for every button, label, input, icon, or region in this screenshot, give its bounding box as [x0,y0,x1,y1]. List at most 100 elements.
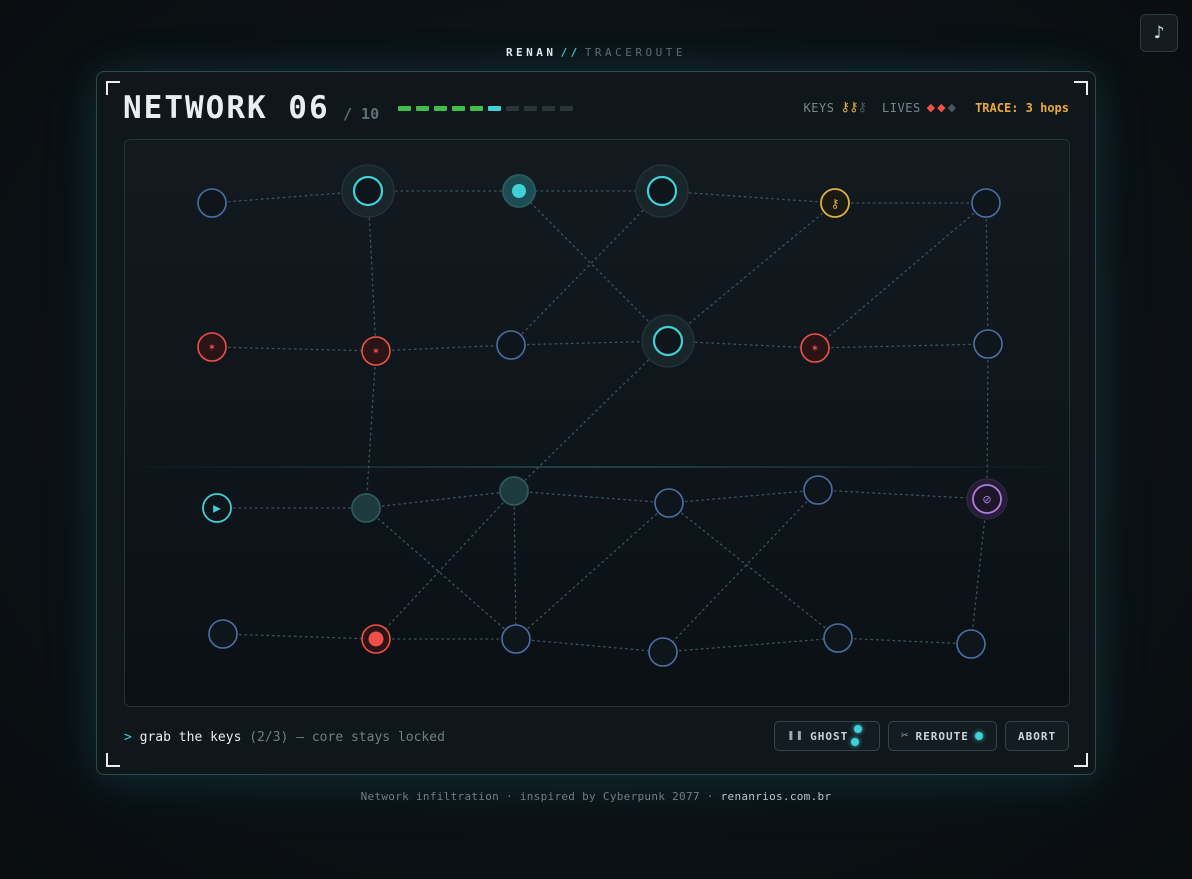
level-total: / 10 [343,105,380,123]
scan-line [125,466,1069,468]
brand-name: RENAN [505,46,557,59]
music-note-icon: ♪ [1153,23,1165,43]
life-icon: ◆ [926,101,938,114]
network-link [222,633,377,640]
network-link [513,490,670,504]
network-link [375,344,512,352]
firewall-node[interactable]: ✶ [800,333,830,363]
key-icon: ⚷ [857,100,867,115]
frame-corner [1074,81,1088,95]
reroute-charges [969,730,983,743]
keys-label: KEYS [803,100,835,115]
firewall-node[interactable]: ✶ [197,332,227,362]
level-segment [452,106,465,111]
life-icon: ◆ [947,101,959,114]
network-link [970,498,988,645]
network-node[interactable] [648,637,678,667]
brand-separator: // [560,46,581,59]
frame-corner [106,81,120,95]
player-node[interactable] [502,174,536,208]
network-link [515,638,664,653]
life-icon: ◆ [937,101,948,114]
abort-button[interactable]: ABORT [1005,721,1069,751]
network-link [667,202,836,342]
network-link [662,637,839,653]
network-link [814,343,989,349]
status-line: > grab the keys (2/3) — core stays locke… [124,730,445,745]
path-node[interactable] [351,493,381,523]
key-icon: ⚷ [840,100,849,115]
level-segment [470,106,483,111]
network-graph: ⚷ ✶ ✶ ✶ ▶ ⊘ [125,164,1069,667]
svg-text:✶: ✶ [811,344,819,355]
svg-text:▶: ▶ [213,504,221,515]
visited-node[interactable] [341,164,395,218]
network-board: ⚷ ✶ ✶ ✶ ▶ ⊘ [124,139,1070,707]
network-link [837,637,972,645]
level-segment [542,106,555,111]
frame-corner [106,753,120,767]
network-node[interactable] [208,619,238,649]
visited-node[interactable] [641,314,695,368]
reroute-button[interactable]: ✂ REROUTE [888,721,997,751]
footer-link[interactable]: renanrios.com.br [721,790,832,803]
network-node[interactable] [823,623,853,653]
charge-dot [974,731,983,740]
status-objective: grab the keys [139,730,242,745]
hud-stats: KEYS ⚷⚷⚷ LIVES ◆◆◆ TRACE: 3 hops [804,100,1069,115]
network-link [668,502,839,639]
level-segment [434,106,447,111]
ghost-label: GHOST [810,729,849,743]
network-link [662,489,819,653]
keys-indicator: ⚷⚷⚷ [840,100,867,115]
svg-text:⊘: ⊘ [982,493,991,506]
network-link [518,190,669,342]
lives-indicator: ◆◆◆ [927,101,958,114]
network-link [365,507,517,640]
scissors-icon: ✂ [901,731,910,741]
path-node[interactable] [499,476,529,506]
level-segment [524,106,537,111]
footer-text: Network infiltration · inspired by Cyber… [360,790,714,803]
core-node[interactable]: ⊘ [966,478,1008,520]
visited-node[interactable] [635,164,689,218]
network-node[interactable] [501,624,531,654]
network-node[interactable] [654,488,684,518]
lives-label: LIVES [882,100,921,115]
brand-header: RENAN//TRACEROUTE [0,46,1192,59]
network-link [510,190,663,346]
network-link [513,490,517,640]
network-link [375,490,515,640]
frame-corner [1074,753,1088,767]
svg-text:✶: ✶ [372,347,380,358]
level-segment [560,106,573,111]
start-node[interactable]: ▶ [202,493,232,523]
firewall-node[interactable]: ✶ [361,336,391,366]
network-node[interactable] [496,330,526,360]
network-node[interactable] [971,188,1001,218]
network-link [817,489,988,500]
network-link [515,502,670,640]
brand-app-name: TRACEROUTE [584,46,687,59]
hunter-node[interactable] [361,624,391,654]
network-link [365,490,515,509]
level-segment [506,106,519,111]
network-node[interactable] [197,188,227,218]
ghost-charges [848,723,867,749]
level-segment [398,106,411,111]
key-node[interactable]: ⚷ [820,188,850,218]
network-link [668,489,819,504]
network-link [985,202,989,345]
network-node[interactable] [956,629,986,659]
key-icon: ⚷ [848,100,858,115]
ghost-button[interactable]: ❚❚ GHOST [774,721,880,751]
network-link [986,343,989,500]
charge-dot [851,738,860,746]
game-panel: NETWORK 06 / 10 KEYS ⚷⚷⚷ LIVES ◆◆◆ TRACE… [96,71,1096,775]
svg-text:✶: ✶ [208,343,216,354]
footer: Network infiltration · inspired by Cyber… [0,790,1192,803]
network-link [513,340,669,492]
prompt-symbol: > [124,730,132,745]
network-node[interactable] [803,475,833,505]
network-node[interactable] [973,329,1003,359]
